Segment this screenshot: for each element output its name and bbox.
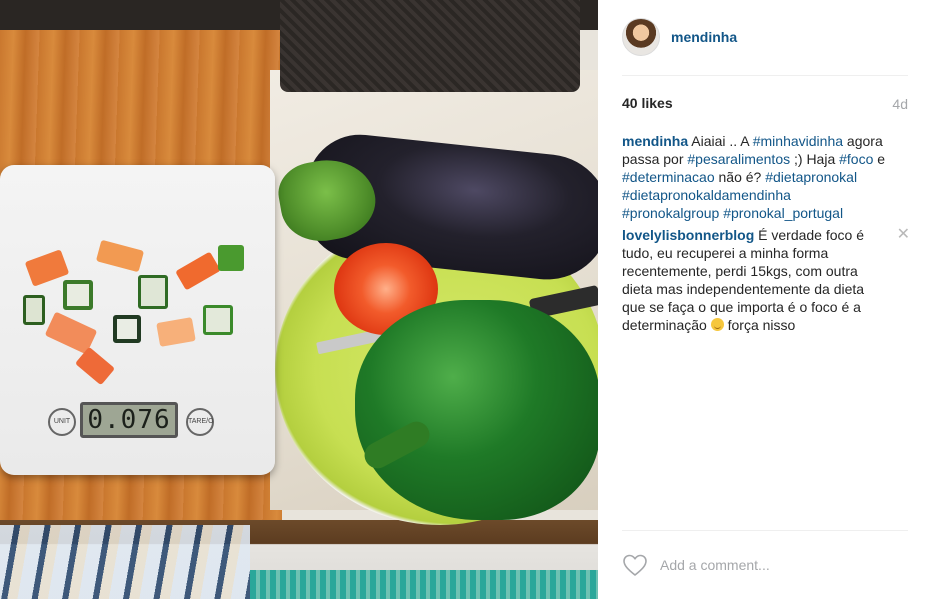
likes-count[interactable]: 40 likes [622,95,673,111]
hashtag-link[interactable]: #pronokalgroup [622,205,719,221]
hashtag-link[interactable]: #determinacao [622,169,715,185]
hashtag-link[interactable]: #pronokal_portugal [723,205,843,221]
woven-basket [280,0,580,92]
comment-username[interactable]: mendinha [622,133,688,149]
post-header: mendinha [622,17,737,57]
post-author-username[interactable]: mendinha [671,29,737,45]
comment-text-end: força nisso [723,317,796,333]
scale-tare-button: TARE/O [186,408,214,436]
chopped-vegetables [18,225,268,386]
add-comment-input[interactable] [660,557,900,573]
hashtag-link[interactable]: #pesaralimentos [687,151,790,167]
hashtag-link[interactable]: #dietapronokal [765,169,857,185]
heart-icon[interactable] [622,553,648,577]
caption-text: e [873,151,886,167]
caption-text: não é? [714,169,766,185]
header-divider [622,75,908,76]
smiling-face-emoji [710,318,724,331]
hashtag-link[interactable]: #foco [839,151,873,167]
comment-item: lovelylisbonnerblog É verdade foco é tud… [622,226,912,334]
scale-unit-button: UNIT [48,408,76,436]
kitchen-towel [0,525,250,599]
scale-display: 0.076 [80,402,178,438]
footer-divider [622,530,908,531]
comments-list: mendinha Aiaiai .. A #minhavidinha agora… [622,132,912,338]
post-photo[interactable]: 0.076 UNIT TARE/O [0,0,598,599]
hashtag-link[interactable]: #dietapronokaldamendinha [622,187,791,203]
caption-text: Aiaiai .. A [688,133,753,149]
green-rug [250,570,598,599]
post-sidebar: mendinha 40 likes 4d mendinha Aiaiai .. … [598,0,932,599]
comment-bar [622,545,908,585]
caption-text: ;) Haja [790,151,840,167]
hashtag-link[interactable]: #minhavidinha [753,133,843,149]
caption-comment: mendinha Aiaiai .. A #minhavidinha agora… [622,132,912,222]
post-time-ago[interactable]: 4d [892,96,908,112]
close-icon[interactable]: ✕ [897,227,910,243]
green-pepper [355,300,598,520]
avatar[interactable] [622,18,660,56]
comment-username[interactable]: lovelylisbonnerblog [622,227,754,243]
